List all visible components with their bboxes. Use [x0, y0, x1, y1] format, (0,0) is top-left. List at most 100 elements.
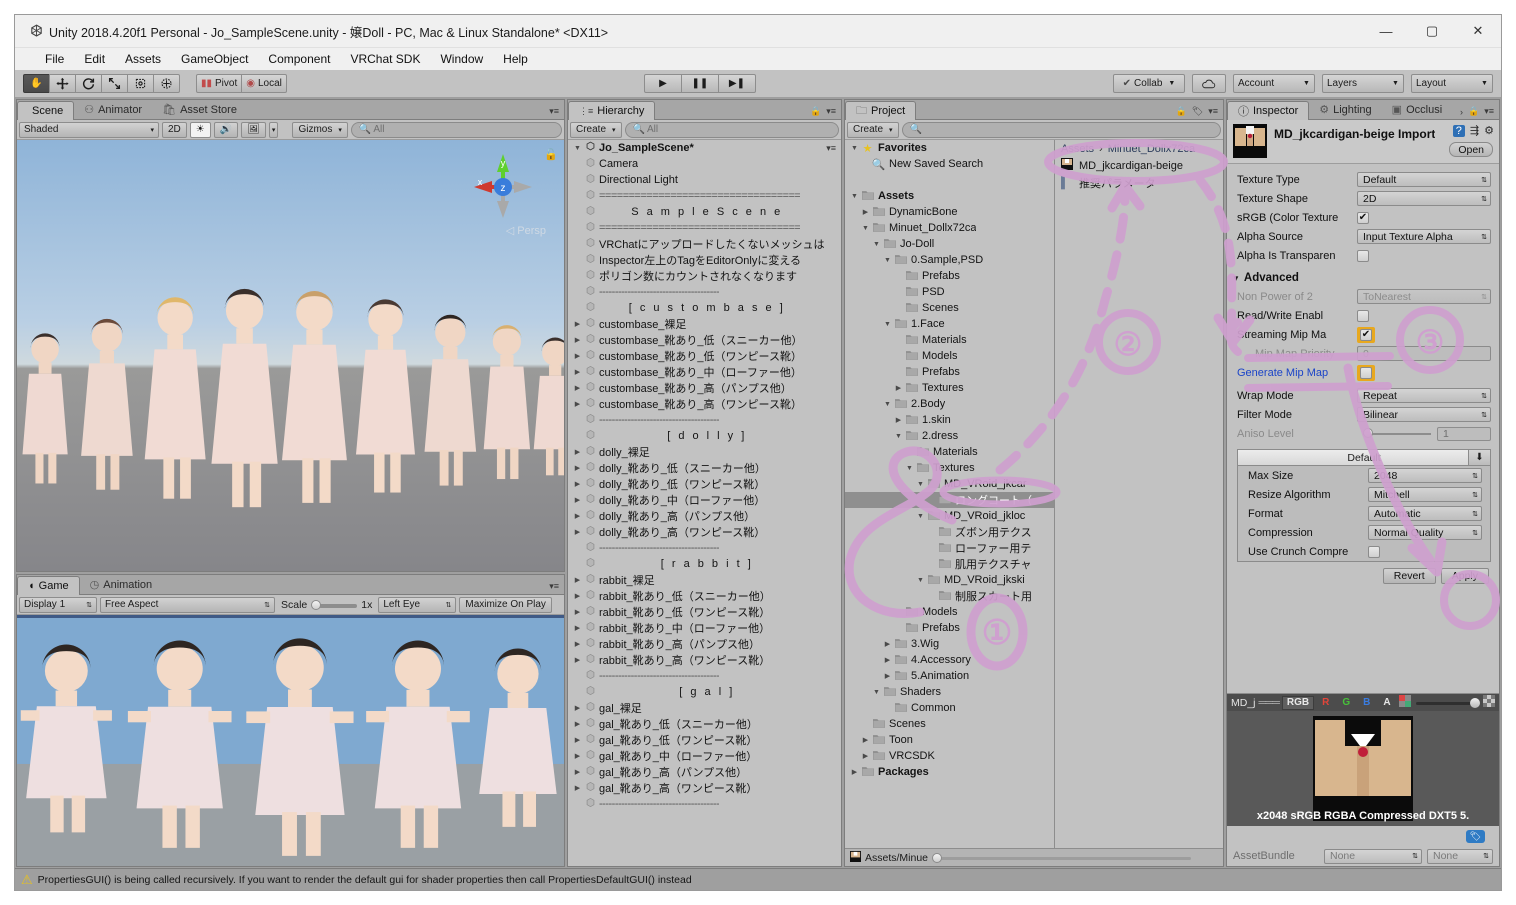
hierarchy-item[interactable]: ▶ dolly_裸足 [568, 444, 841, 460]
tab-game[interactable]: ◖ Game [17, 576, 80, 595]
channel-g-button[interactable]: G [1337, 696, 1355, 710]
project-tree-item[interactable]: ▼ MD_VRoid_jkski [845, 572, 1054, 588]
asset-item-text[interactable]: ▌ 推奨パラメータ [1055, 174, 1223, 191]
apply-button[interactable]: Apply [1440, 568, 1489, 584]
chevron-down-icon[interactable]: ▼ [915, 481, 926, 488]
hierarchy-item[interactable]: ▶ dolly_靴あり_中（ローファー他） [568, 492, 841, 508]
hierarchy-item[interactable]: ▶ [ c u s t o m b a s e ] [568, 300, 841, 316]
layers-button[interactable]: Layers ▼ [1321, 74, 1404, 93]
maximize-on-play-toggle[interactable]: Maximize On Play [459, 596, 552, 613]
hierarchy-item[interactable]: ▶ gal_靴あり_高（パンプス他） [568, 764, 841, 780]
project-pane-menu-icon[interactable]: ▾≡ [1208, 106, 1218, 117]
move-tool-icon[interactable] [49, 74, 76, 93]
inspector-overflow-icon[interactable]: › [1460, 107, 1463, 117]
property-dropdown[interactable]: Bilinear ⇅ [1357, 407, 1491, 422]
fx-dropdown-icon[interactable]: ▾ [268, 121, 279, 138]
layout-button[interactable]: Layout ▼ [1410, 74, 1493, 93]
chevron-right-icon[interactable]: ▶ [572, 736, 583, 744]
chevron-right-icon[interactable]: ▶ [572, 336, 583, 344]
pause-button[interactable]: ❚❚ [680, 74, 719, 93]
property-dropdown[interactable]: ToNearest ⇅ [1357, 289, 1491, 304]
chevron-right-icon[interactable]: ▶ [572, 576, 583, 584]
hierarchy-item[interactable]: ▶ ポリゴン数にカウントされなくなります [568, 268, 841, 284]
project-tree-item[interactable]: ▼ 2.dress [845, 428, 1054, 444]
chevron-down-icon[interactable]: ▼ [860, 225, 871, 232]
tab-animation[interactable]: ◷ Animation [80, 575, 163, 594]
image-icon[interactable]: 🖼 [241, 121, 266, 138]
project-tree-item[interactable]: ▶ 5.Animation [845, 668, 1054, 684]
menu-help[interactable]: Help [493, 50, 538, 68]
project-tree-item[interactable]: ▶ 4.Accessory [845, 652, 1054, 668]
property-value[interactable]: 1 [1437, 426, 1491, 441]
game-view[interactable] [17, 617, 564, 866]
scene-view[interactable]: 🔓 z x y ◁ Persp [17, 140, 564, 571]
hierarchy-item[interactable]: ▶ ================================== [568, 188, 841, 204]
crunch-checkbox[interactable] [1368, 545, 1380, 558]
project-tree-item[interactable]: ▶ Prefabs [845, 268, 1054, 284]
hierarchy-item[interactable]: ▶ Camera [568, 156, 841, 172]
project-tree-item[interactable]: ▶ DynamicBone [845, 204, 1054, 220]
property-value[interactable]: 0 [1357, 346, 1491, 361]
tab-project[interactable]: 🗀 Project [845, 101, 917, 120]
chevron-right-icon[interactable]: ▶ [860, 208, 871, 216]
menu-gameobject[interactable]: GameObject [171, 50, 258, 68]
project-zoom-slider[interactable] [932, 852, 1217, 863]
pivot-toggle[interactable]: ▮▮ Pivot [196, 74, 243, 93]
project-tree-item[interactable]: ▶ Scenes [845, 716, 1054, 732]
hierarchy-item[interactable]: ▶ gal_靴あり_中（ローファー他） [568, 748, 841, 764]
hierarchy-item[interactable]: ▶ rabbit_靴あり_低（ワンピース靴） [568, 604, 841, 620]
hierarchy-item[interactable]: ▶ custombase_靴あり_低（ワンピース靴） [568, 348, 841, 364]
display-dropdown[interactable]: Display 1 ⇅ [19, 596, 97, 613]
hierarchy-item[interactable]: ▶ rabbit_靴あり_中（ローファー他） [568, 620, 841, 636]
hierarchy-item[interactable]: ▶ Inspector左上のTagをEditorOnlyに変える [568, 252, 841, 268]
hierarchy-item[interactable]: ▶ rabbit_裸足 [568, 572, 841, 588]
property-checkbox[interactable] [1357, 249, 1369, 262]
hierarchy-item[interactable]: ▶ ================================== [568, 220, 841, 236]
chevron-right-icon[interactable]: ▶ [572, 640, 583, 648]
rect-tool-icon[interactable] [127, 74, 154, 93]
hierarchy-item[interactable]: ▶ gal_靴あり_低（スニーカー他） [568, 716, 841, 732]
hierarchy-item[interactable]: ▶ [ g a l ] [568, 684, 841, 700]
chevron-right-icon[interactable]: ▶ [572, 784, 583, 792]
chevron-down-icon[interactable]: ▼ [572, 145, 583, 152]
channel-a-button[interactable]: A [1378, 696, 1395, 710]
tag-icon[interactable]: 🏷 [1465, 829, 1485, 843]
toggle-2d-button[interactable]: 2D [162, 121, 187, 138]
chevron-down-icon[interactable]: ▼ [893, 433, 904, 440]
property-checkbox[interactable]: ✔ [1357, 211, 1369, 224]
project-tree-item[interactable]: ▶ Models [845, 348, 1054, 364]
project-tree-item[interactable]: ▶ Textures [845, 380, 1054, 396]
hierarchy-item[interactable]: ▶ custombase_靴あり_高（パンプス他） [568, 380, 841, 396]
project-filter-icon[interactable]: 🏷 [1192, 106, 1203, 117]
play-button[interactable]: ▶ [643, 74, 682, 93]
hierarchy-item[interactable]: ▶ custombase_靴あり_低（スニーカー他） [568, 332, 841, 348]
menu-edit[interactable]: Edit [74, 50, 115, 68]
hierarchy-item[interactable]: ▶ -------------------------------------- [568, 668, 841, 684]
speaker-icon[interactable]: 🔊 [213, 121, 239, 138]
hierarchy-item[interactable]: ▶ [ r a b b i t ] [568, 556, 841, 572]
assetbundle-variant-dropdown[interactable]: None ⇅ [1427, 848, 1493, 864]
gizmos-dropdown[interactable]: Gizmos ▾ [292, 121, 348, 138]
tab-scene[interactable]: Scene [17, 101, 75, 120]
aspect-dropdown[interactable]: Free Aspect ⇅ [100, 596, 275, 613]
chevron-down-icon[interactable]: ▼ [904, 465, 915, 472]
menu-assets[interactable]: Assets [115, 50, 171, 68]
tab-hierarchy[interactable]: ⋮≡ Hierarchy [568, 101, 656, 120]
chevron-down-icon[interactable]: ▼ [849, 145, 860, 152]
hierarchy-item[interactable]: ▶ -------------------------------------- [568, 796, 841, 812]
chevron-right-icon[interactable]: ▶ [572, 400, 583, 408]
account-button[interactable]: Account ▼ [1232, 74, 1315, 93]
status-bar[interactable]: ⚠ PropertiesGUI() is being called recurs… [15, 868, 1501, 890]
project-tree-item[interactable]: ▶ ローファー用テ [845, 540, 1054, 556]
chevron-down-icon[interactable]: ▼ [882, 257, 893, 264]
chevron-right-icon[interactable]: ▶ [893, 384, 904, 392]
platform-property-dropdown[interactable]: Automatic ⇅ [1368, 506, 1482, 521]
slider-knob[interactable] [1363, 427, 1373, 438]
project-tree-item[interactable]: ▶ VRCSDK [845, 748, 1054, 764]
menu-file[interactable]: File [35, 50, 74, 68]
project-create-button[interactable]: Create ▾ [847, 121, 899, 138]
hierarchy-item[interactable]: ▶ custombase_靴あり_中（ローファー他） [568, 364, 841, 380]
step-button[interactable]: ▶❚ [717, 74, 756, 93]
chevron-down-icon[interactable]: ▼ [871, 689, 882, 696]
property-checkbox[interactable] [1360, 366, 1372, 379]
